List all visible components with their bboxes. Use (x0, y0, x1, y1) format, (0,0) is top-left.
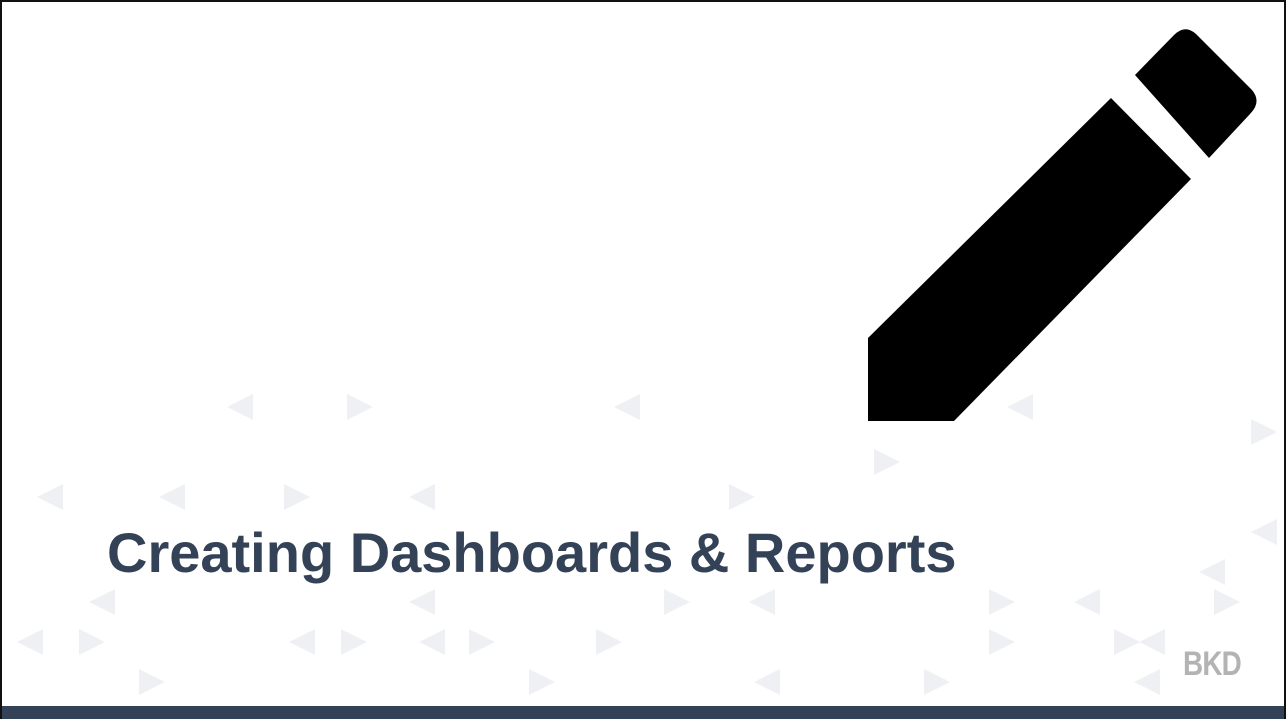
footer-bar (2, 706, 1284, 719)
pencil-body (868, 98, 1191, 421)
pencil-icon (868, 29, 1257, 421)
pencil-eraser (1135, 29, 1257, 158)
bkd-logo: BKD (1183, 645, 1242, 683)
slide-title: Creating Dashboards & Reports (107, 521, 957, 584)
title-slide: Creating Dashboards & Reports BKD (0, 0, 1286, 719)
